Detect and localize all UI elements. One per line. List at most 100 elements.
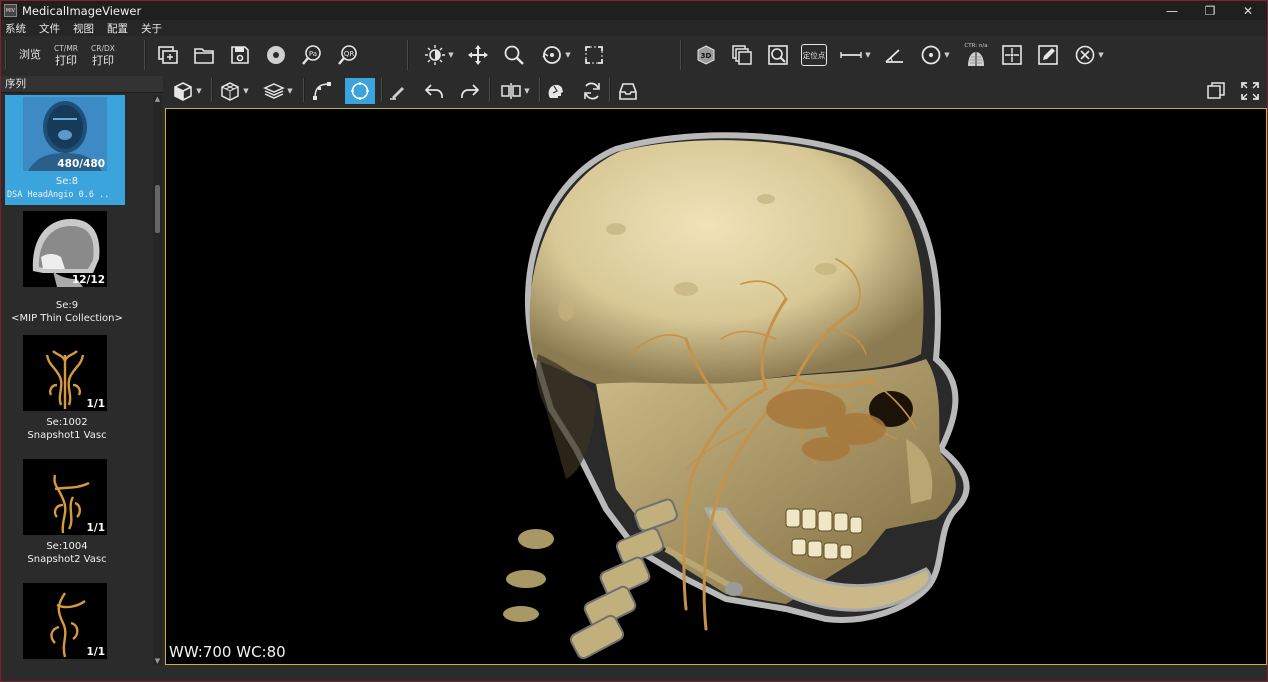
ruler-line-icon <box>840 52 862 58</box>
disc-icon <box>267 46 285 64</box>
volume-3d-text: 3D <box>701 52 712 60</box>
query-retrieve-icon: QR <box>338 45 357 65</box>
menu-system[interactable]: 系统 <box>5 21 26 36</box>
series-item[interactable]: 1/1 Se:1002 Snapshot1 Vasc <box>5 335 125 445</box>
series-item[interactable]: 1/1 Se:1004 Snapshot2 Vasc <box>5 459 125 569</box>
series-image-count: 12/12 <box>71 274 105 286</box>
crdx-print-button[interactable]: CR/DX 打印 <box>86 40 120 70</box>
annotate-button[interactable] <box>1035 42 1061 68</box>
cardiothoracic-ratio-button[interactable]: CTR: n/a <box>961 40 991 70</box>
rotate-button[interactable]: ▼ <box>536 42 576 68</box>
volume-render-viewport[interactable]: WW:700 WC:80 <box>165 108 1267 665</box>
menu-about[interactable]: 关于 <box>141 21 162 36</box>
series-item[interactable]: 1/1 <box>5 583 125 666</box>
delete-circle-icon <box>1075 45 1095 65</box>
query-retrieve-button[interactable]: QR <box>335 42 361 68</box>
circle-dashed-icon <box>351 82 369 100</box>
crop-button[interactable] <box>581 42 607 68</box>
chevron-down-icon: ▼ <box>944 51 950 59</box>
ellipse-roi-button[interactable]: ▼ <box>915 42 955 68</box>
burn-disc-button[interactable] <box>263 42 289 68</box>
stack-button[interactable] <box>729 42 755 68</box>
stack-layers-icon <box>732 45 752 65</box>
angle-icon <box>885 49 903 63</box>
curve-path-button[interactable] <box>309 78 335 104</box>
status-bar <box>1 666 1267 681</box>
locate-point-label: 定位点 <box>801 44 827 66</box>
series-thumbnail: 1/1 <box>23 459 107 535</box>
reset-button[interactable] <box>579 78 605 104</box>
magnify-region-button[interactable] <box>765 42 791 68</box>
close-button[interactable]: ✕ <box>1229 1 1267 20</box>
qr-icon-text: QR <box>344 50 355 58</box>
series-number: Se:1004 <box>46 541 88 552</box>
toolbar-separator <box>680 40 682 70</box>
menu-config[interactable]: 配置 <box>107 21 128 36</box>
menu-view[interactable]: 视图 <box>73 21 94 36</box>
sculpt-roi-button[interactable] <box>345 78 375 104</box>
angle-measure-button[interactable] <box>881 42 907 68</box>
series-item[interactable]: 12/12 Se:9 <MIP Thin Collection> <box>5 211 125 324</box>
clear-annotations-button[interactable]: ▼ <box>1069 42 1109 68</box>
restore-view-button[interactable] <box>1203 78 1229 104</box>
folder-open-icon <box>194 48 214 64</box>
ctmr-print-button[interactable]: CT/MR 打印 <box>49 40 83 70</box>
cube-3d-icon: 3D <box>697 45 715 65</box>
cube-view-button[interactable]: ▼ <box>167 78 207 104</box>
patient-search-button[interactable]: Pa <box>299 42 325 68</box>
open-folder-button[interactable] <box>191 42 217 68</box>
patient-search-icon: Pa <box>302 45 321 65</box>
series-scrollbar[interactable]: ▲ ▼ <box>153 95 162 666</box>
chevron-down-icon: ▼ <box>243 87 249 95</box>
series-thumbnail: 12/12 <box>23 211 107 287</box>
series-description: DSA HeadAngio 0.6 .. <box>7 190 110 200</box>
chevron-down-icon: ▼ <box>565 51 571 59</box>
line-measure-button[interactable]: ▼ <box>835 42 875 68</box>
series-thumbnail: 1/1 <box>23 335 107 411</box>
move-arrows-icon <box>468 45 488 65</box>
volume-render-button[interactable]: 3D <box>693 42 719 68</box>
fullscreen-button[interactable] <box>1237 78 1263 104</box>
minimize-button[interactable]: — <box>1153 1 1191 20</box>
locate-point-button[interactable]: 定位点 <box>799 42 829 68</box>
series-description: <MIP Thin Collection> <box>11 313 123 324</box>
toolbar-separator <box>5 40 7 70</box>
wire-cube-icon <box>221 82 240 101</box>
render-mode-button[interactable]: ▼ <box>215 78 253 104</box>
series-panel-title: 序列 <box>1 76 163 93</box>
redo-button[interactable] <box>457 78 483 104</box>
tray-button[interactable] <box>615 78 641 104</box>
chest-xray-icon <box>967 52 984 66</box>
toolbar-separator <box>609 78 611 102</box>
window-level-button[interactable]: ▼ <box>421 42 457 68</box>
layers-button[interactable]: ▼ <box>259 78 297 104</box>
zoom-button[interactable] <box>501 42 527 68</box>
eraser-button[interactable] <box>385 78 411 104</box>
menu-file[interactable]: 文件 <box>39 21 60 36</box>
menu-bar: 系统 文件 视图 配置 关于 <box>1 20 1267 36</box>
maximize-button[interactable]: ❐ <box>1191 1 1229 20</box>
undo-icon <box>424 84 443 98</box>
rotate-circle-icon <box>542 46 562 64</box>
undo-button[interactable] <box>421 78 447 104</box>
chevron-down-icon: ▼ <box>1098 51 1104 59</box>
split-view-button[interactable]: ▼ <box>495 78 535 104</box>
toolbar-separator <box>489 78 491 102</box>
head-orientation-button[interactable] <box>543 78 569 104</box>
chevron-down-icon: ▼ <box>524 87 530 95</box>
add-window-button[interactable] <box>155 42 181 68</box>
pan-button[interactable] <box>465 42 491 68</box>
toolbar-separator <box>144 40 146 70</box>
split-panes-icon <box>501 83 522 99</box>
scroll-down-icon[interactable]: ▼ <box>153 657 162 666</box>
fullscreen-expand-icon <box>1241 82 1259 100</box>
save-button[interactable] <box>227 42 253 68</box>
save-icon <box>231 46 249 64</box>
scroll-up-icon[interactable]: ▲ <box>153 95 162 104</box>
window-title: MedicalImageViewer <box>22 3 142 18</box>
browse-button[interactable]: 浏览 <box>15 46 45 64</box>
series-item[interactable]: 480/480 Se:8 DSA HeadAngio 0.6 .. <box>5 95 125 205</box>
pixel-probe-button[interactable] <box>999 42 1025 68</box>
magnify-square-icon <box>768 45 788 65</box>
scrollbar-thumb[interactable] <box>155 185 160 233</box>
